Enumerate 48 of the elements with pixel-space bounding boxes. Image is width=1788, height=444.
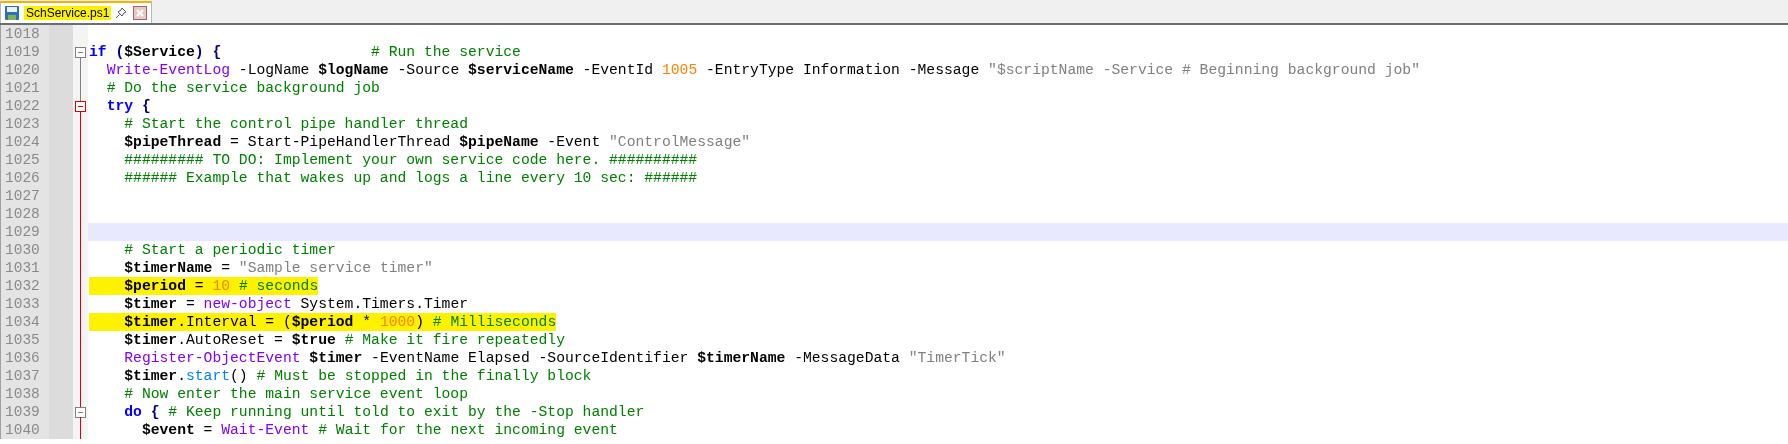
code-line: # Start a periodic timer: [123, 241, 336, 259]
line-number: 1021: [4, 79, 41, 97]
code-line: $event = Wait-Event # Wait for the next incoming event: [140, 421, 618, 439]
fold-toggle[interactable]: [75, 101, 86, 112]
code-line: # Start the control pipe handler thread: [123, 115, 468, 133]
code-line: $timer.start() # Must be stopped in the finally block: [123, 367, 592, 385]
line-number: 1039: [4, 403, 41, 421]
line-number: 1018: [4, 25, 41, 43]
line-number: 1040: [4, 421, 41, 439]
line-number: 1020: [4, 61, 41, 79]
line-number: 1023: [4, 115, 41, 133]
code-line: do { # Keep running until told to exit by the -Stop handler: [123, 403, 645, 421]
line-number: 1035: [4, 331, 41, 349]
line-number: 1038: [4, 385, 41, 403]
line-number: 1033: [4, 295, 41, 313]
fold-toggle[interactable]: [75, 47, 86, 58]
line-number: 1037: [4, 367, 41, 385]
line-number: 1029: [4, 223, 41, 241]
line-number: 1031: [4, 259, 41, 277]
code-line: $timer = new-object System.Timers.Timer: [123, 295, 468, 313]
code-line: # Now enter the main service event loop: [123, 385, 468, 403]
code-line: Register-ObjectEvent $timer -EventName Elapsed -SourceIdentifier $timerName -MessageData "TimerTick": [123, 349, 1006, 367]
fold-toggle[interactable]: [75, 407, 86, 418]
line-number: 1027: [4, 187, 41, 205]
code-line: # Do the service background job: [105, 79, 380, 97]
code-line: $pipeThread = Start-PipeHandlerThread $pipeName -Event "ControlMessage": [123, 133, 751, 151]
code-editor[interactable]: [0, 25, 1788, 439]
line-number: 1019: [4, 43, 41, 61]
file-tab[interactable]: SchService.ps1: [0, 1, 153, 23]
line-number: 1036: [4, 349, 41, 367]
line-number: 1025: [4, 151, 41, 169]
line-number: 1032: [4, 277, 41, 295]
code-line: Write-EventLog -LogName $logName -Source $serviceName -EventId 1005 -EntryType Information -Message "$scriptName -Service # Beginning background job": [105, 61, 1420, 79]
line-number: 1028: [4, 205, 41, 223]
line-number: 1030: [4, 241, 41, 259]
tab-title: SchService.ps1: [24, 6, 112, 20]
line-number: 1022: [4, 97, 41, 115]
close-icon[interactable]: [133, 6, 148, 20]
code-line: ###### Example that wakes up and logs a line every 10 sec: ######: [123, 169, 698, 187]
line-number: 1034: [4, 313, 41, 331]
pin-icon[interactable]: [115, 7, 128, 19]
code-line: $timer.AutoReset = $true # Make it fire repeatedly: [123, 331, 565, 349]
code-line: $timerName = "Sample service timer": [123, 259, 433, 277]
code-line: try {: [105, 97, 151, 115]
line-number: 1026: [4, 169, 41, 187]
line-number: 1024: [4, 133, 41, 151]
code-line: ######### TO DO: Implement your own service code here. ##########: [123, 151, 698, 169]
code-line: if ($Service) { # Run the service: [89, 43, 521, 61]
